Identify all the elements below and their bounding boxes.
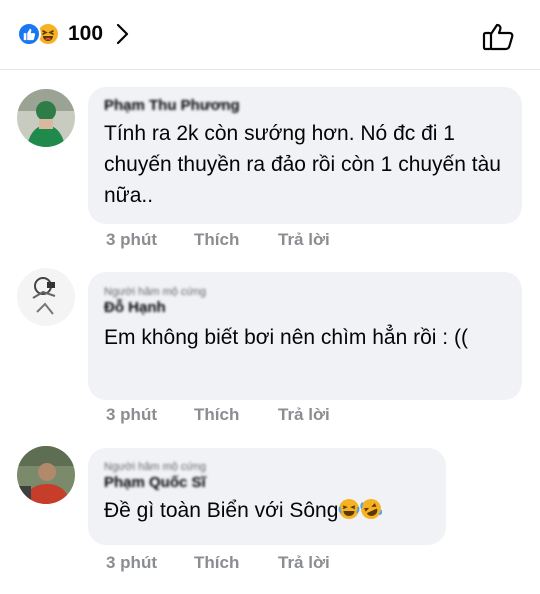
comment-bubble: Người hâm mộ cứng Đỗ Hạnh Em không biết … [88,272,522,400]
like-button[interactable]: Thích [194,230,278,250]
commenter-name[interactable]: Phạm Quốc Sĩ [104,474,430,491]
commenter-name[interactable]: Đỗ Hạnh [104,299,506,316]
comment-bubble: Người hâm mộ cứng Phạm Quốc Sĩ Đề gì toà… [88,448,446,545]
fan-badge: Người hâm mộ cứng [104,286,207,298]
comment-bubble: Phạm Thu Phương Tính ra 2k còn sướng hơn… [88,87,522,224]
like-button[interactable]: Thích [194,553,278,573]
comment-text-row: Đề gì toàn Biển với Sông [104,495,430,526]
reaction-count: 100 [68,22,104,45]
reply-button[interactable]: Trả lời [278,553,330,573]
comment-actions: 3 phút Thích Trả lời [106,553,330,573]
comment-actions: 3 phút Thích Trả lời [106,230,330,250]
like-reaction-icon [17,22,41,46]
comment-text: Em không biết bơi nên chìm hẳn rồi : (( [104,326,468,349]
chevron-right-icon[interactable] [116,23,130,45]
rolling-laughing-emoji [360,498,384,520]
comment-text: Tính ra 2k còn sướng hơn. Nó đc đi 1 chu… [104,122,501,207]
reactions-header: 100 [0,0,540,70]
comment-actions: 3 phút Thích Trả lời [106,405,330,425]
reactions-summary[interactable]: 100 [17,20,130,48]
like-button[interactable]: Thích [194,405,278,425]
reply-button[interactable]: Trả lời [278,405,330,425]
avatar[interactable] [17,89,75,147]
avatar[interactable] [17,268,75,326]
comment-time: 3 phút [106,230,157,249]
comment-time: 3 phút [106,405,157,424]
reply-button[interactable]: Trả lời [278,230,330,250]
commenter-name[interactable]: Phạm Thu Phương [104,97,506,114]
fan-badge: Người hâm mộ cứng [104,461,207,473]
avatar[interactable] [17,446,75,504]
comment-time: 3 phút [106,553,157,572]
comment-text: Đề gì toàn Biển với Sông [104,499,339,522]
thumbs-up-icon[interactable] [482,21,516,51]
crying-laughing-emoji [338,498,360,520]
